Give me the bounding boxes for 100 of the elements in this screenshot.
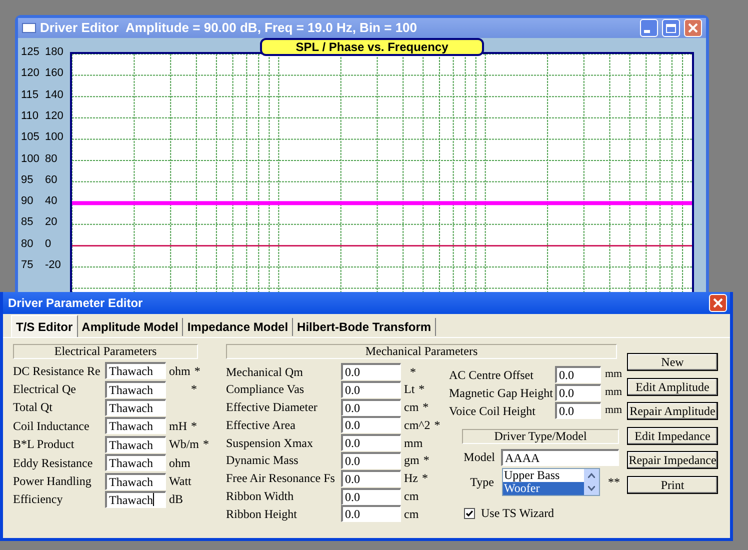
unit-label: mm — [404, 434, 423, 452]
close-button[interactable] — [684, 19, 702, 37]
spl-axis-label: 85 — [21, 217, 34, 228]
text-field[interactable]: 0.0 — [341, 380, 401, 398]
chart-title: SPL / Phase vs. Frequency — [260, 38, 484, 56]
text-field[interactable]: Thawach — [105, 490, 166, 508]
phase-axis-label: 20 — [45, 217, 58, 228]
field-label: Electrical Qe — [13, 381, 77, 398]
field-label: Total Qt — [13, 399, 54, 416]
dialog-button[interactable]: New — [627, 353, 718, 371]
field-label: Voice Coil Height — [449, 402, 536, 420]
group-header: Electrical Parameters — [13, 344, 198, 359]
field-label: DC Resistance Re — [13, 362, 102, 380]
tab[interactable]: Hilbert-Bode Transform — [293, 318, 436, 336]
text-field[interactable]: Thawach — [105, 472, 166, 490]
text-field[interactable]: Thawach — [105, 436, 166, 453]
phase-axis-label: 140 — [45, 90, 64, 101]
required-mark: * — [418, 381, 425, 398]
scroll-down-button[interactable] — [584, 482, 599, 495]
text-field[interactable]: Thawach — [105, 380, 166, 398]
field-label: B*L Product — [13, 436, 76, 454]
required-mark: * — [422, 399, 429, 416]
window-title: Driver Editor Amplitude = 90.00 dB, Freq = 19.0 Hz, Bin = 100 — [40, 19, 418, 38]
field-label: Ribbon Width — [226, 488, 295, 506]
checkbox[interactable] — [464, 508, 475, 518]
phase-axis-label: 180 — [45, 47, 64, 58]
minimize-button[interactable] — [640, 19, 658, 37]
text-field[interactable]: 0.0 — [555, 402, 601, 419]
required-mark: * — [422, 470, 428, 488]
text-field[interactable]: 0.0 — [341, 398, 401, 416]
text-field[interactable]: 0.0 — [555, 366, 601, 383]
field-label: Suspension Xmax — [226, 434, 314, 452]
required-mark: * — [191, 418, 197, 435]
unit-label: ohm — [169, 362, 190, 380]
required-mark: ** — [608, 474, 620, 491]
text-field[interactable]: 0.0 — [341, 505, 401, 522]
text-field[interactable]: 0.0 — [341, 416, 401, 434]
phase-axis-label: 100 — [45, 132, 64, 144]
tab[interactable]: T/S Editor — [11, 315, 78, 337]
model-field[interactable]: AAAA — [501, 448, 619, 466]
text-field[interactable]: Thawach — [105, 417, 166, 434]
field-label: Efficiency — [13, 491, 64, 508]
dialog-button[interactable]: Repair Amplitude — [627, 402, 718, 420]
checkbox-label: Use TS Wizard — [481, 505, 554, 522]
list-item[interactable]: Upper Bass — [503, 469, 584, 482]
required-mark: * — [434, 416, 440, 434]
unit-label: mm — [604, 403, 622, 418]
group-header: Mechanical Parameters — [226, 344, 617, 359]
spl-axis-label: 115 — [21, 90, 39, 101]
unit-label: cm — [404, 399, 419, 416]
text-field[interactable]: 0.0 — [341, 452, 401, 469]
phase-axis-label: 40 — [45, 196, 58, 208]
unit-label: dB — [169, 491, 184, 508]
text-field[interactable]: 0.0 — [341, 488, 401, 505]
field-label: Compliance Vas — [226, 381, 306, 398]
text-field[interactable]: 0.0 — [341, 434, 401, 452]
text-field[interactable]: Thawach — [105, 454, 166, 472]
unit-label: mm — [604, 367, 622, 382]
dialog-title: Driver Parameter Editor — [8, 295, 144, 312]
tab[interactable]: Impedance Model — [183, 318, 294, 336]
scroll-up-button[interactable] — [584, 469, 599, 482]
text-field[interactable]: 0.0 — [341, 470, 401, 487]
phase-axis-label: 60 — [45, 174, 58, 186]
dialog-button[interactable]: Print — [627, 476, 718, 494]
dialog-button[interactable]: Repair Impedance — [627, 451, 718, 470]
field-label: Effective Diameter — [226, 399, 318, 416]
text-field[interactable]: 0.0 — [341, 363, 401, 380]
unit-label: Hz — [404, 470, 418, 488]
phase-axis-label: 160 — [45, 68, 64, 80]
close-button[interactable] — [709, 294, 727, 312]
dialog-button[interactable]: Edit Amplitude — [627, 378, 718, 396]
field-label: Mechanical Qm — [226, 364, 304, 380]
unit-label: Watt — [169, 473, 192, 490]
check-icon — [466, 510, 473, 516]
type-list[interactable]: Upper Bass Woofer — [502, 468, 600, 496]
required-mark: * — [194, 362, 200, 380]
list-item[interactable]: Woofer — [503, 482, 584, 495]
maximize-button[interactable] — [662, 19, 680, 37]
spl-axis-label: 125 — [21, 47, 39, 58]
field-label: Power Handling — [13, 473, 92, 490]
field-label: AC Centre Offset — [449, 366, 534, 384]
field-label: Free Air Resonance Fs — [226, 470, 336, 488]
unit-label: cm — [404, 506, 419, 523]
field-label: Ribbon Height — [226, 506, 298, 523]
dialog-button[interactable]: Edit Impedance — [627, 426, 718, 445]
unit-label: cm — [404, 488, 419, 506]
text-field[interactable]: 0.0 — [555, 384, 601, 401]
close-icon — [688, 23, 698, 33]
text-field[interactable]: Thawach — [105, 362, 166, 380]
unit-label: ohm — [169, 454, 190, 472]
unit-label: mm — [604, 385, 622, 400]
unit-label: cm^2 — [404, 416, 430, 434]
text-field[interactable]: Thawach — [105, 398, 166, 416]
caret-up-icon — [588, 473, 595, 478]
text-cursor — [152, 493, 154, 506]
field-label: Type — [469, 474, 494, 491]
spl-axis-label: 100 — [21, 154, 39, 164]
unit-label: gm — [404, 452, 420, 470]
tab[interactable]: Amplitude Model — [78, 318, 184, 336]
phase-axis-label: 0 — [45, 238, 52, 250]
